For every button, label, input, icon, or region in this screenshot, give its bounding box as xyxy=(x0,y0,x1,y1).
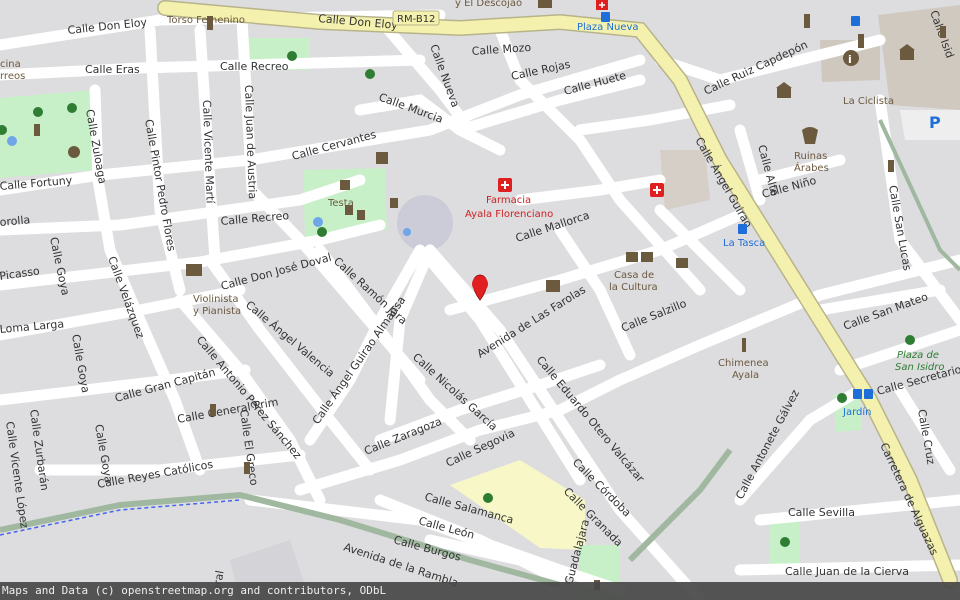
poi-label: Plaza Nueva xyxy=(577,22,639,33)
parking-icon: P xyxy=(929,113,941,132)
street-label: Calle Recreo xyxy=(220,60,289,73)
poi-label: Torso Femenino xyxy=(166,15,245,26)
poi-label: y El Descojao xyxy=(455,0,522,9)
theatre-icon xyxy=(68,146,80,158)
bus-stop-icon xyxy=(851,16,860,26)
poi-label: San Isidro xyxy=(895,362,945,373)
poi-label: cina xyxy=(0,59,21,70)
poi-label: Árabes xyxy=(794,161,829,174)
chimney-icon xyxy=(742,338,746,352)
svg-text:P: P xyxy=(929,113,941,132)
poi-label: Farmacia xyxy=(486,195,531,206)
bus-stop-icon xyxy=(601,12,610,22)
library-icon xyxy=(641,252,653,262)
poi-label: Ayala xyxy=(732,370,759,381)
street-label: Calle Sevilla xyxy=(788,506,855,519)
poi-label: Ayala Florenciano xyxy=(465,209,553,220)
poi-label: Ruinas xyxy=(794,151,827,162)
map-attribution: Maps and Data (c) openstreetmap.org and … xyxy=(0,582,960,600)
poi-label: Violinista xyxy=(193,294,238,305)
farmacia-icon xyxy=(498,178,512,192)
pharmacy-icon xyxy=(650,183,664,197)
info-icon: i xyxy=(843,50,859,66)
bus-stop-icon xyxy=(738,224,747,234)
poi-label: Casa de xyxy=(614,270,654,281)
poi-label: Plaza de xyxy=(897,350,939,361)
road-ref: RM-B12 xyxy=(397,14,435,25)
poi-label: Testa xyxy=(327,198,354,209)
poi-label: la Cultura xyxy=(609,282,658,293)
map-canvas[interactable]: Calle Don Eloy Calle Don Eloy Calle Eras… xyxy=(0,0,960,600)
monument-icon xyxy=(596,0,608,10)
street-label: orolla xyxy=(0,213,31,229)
poi-label: La Ciclista xyxy=(843,96,894,107)
plaza-area xyxy=(397,195,453,251)
poi-label: y Pianista xyxy=(193,306,241,317)
poi-label: Chimenea xyxy=(718,358,769,369)
street-label: Calle Juan de la Cierva xyxy=(785,565,909,578)
map-svg: Calle Don Eloy Calle Don Eloy Calle Eras… xyxy=(0,0,960,600)
poi-label: Jardín xyxy=(842,406,871,418)
poi-label: rreos xyxy=(0,71,25,82)
street-label: Calle Eras xyxy=(85,63,140,76)
building-block xyxy=(660,150,710,210)
svg-text:i: i xyxy=(848,53,852,66)
park-area xyxy=(0,90,95,178)
poi-label: La Tasca xyxy=(723,238,765,249)
museum-icon xyxy=(538,0,552,8)
